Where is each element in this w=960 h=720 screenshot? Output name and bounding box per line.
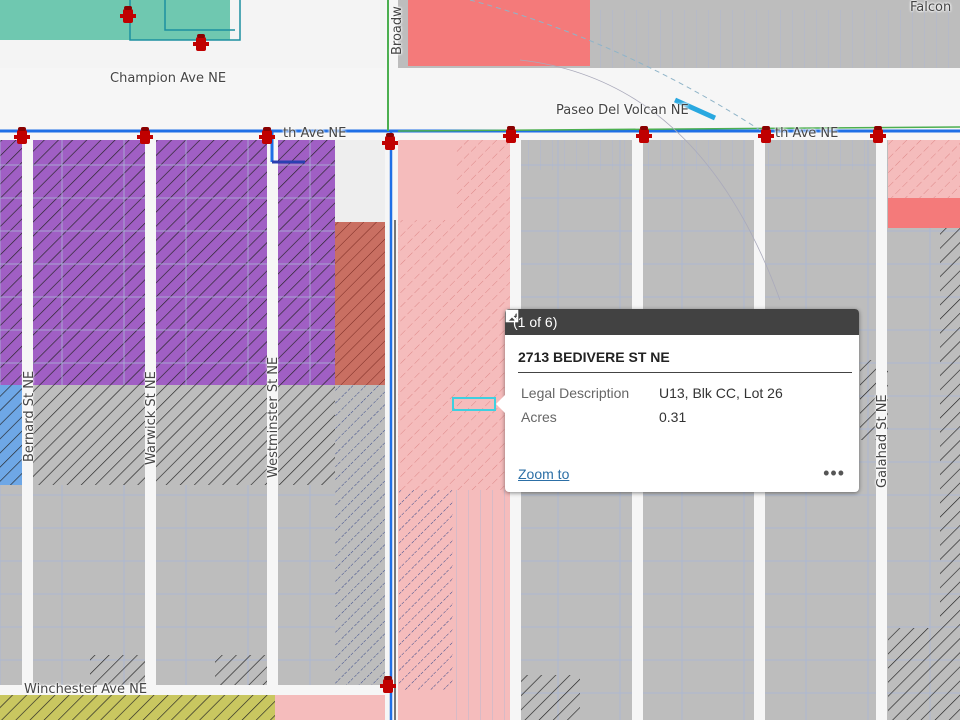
attribute-table: Legal Description U13, Blk CC, Lot 26 Ac… (517, 383, 787, 431)
street-label-champion: Champion Ave NE (110, 71, 227, 86)
attribute-value: 0.31 (659, 409, 687, 425)
street-label-falcon: Falcon (910, 0, 952, 15)
street-label-winchester: Winchester Ave NE (24, 682, 148, 697)
street-label-westminster: Westminster St NE (266, 356, 281, 478)
popup-pointer (496, 395, 505, 413)
street-label-sixth-right: th Ave NE (775, 126, 839, 141)
feature-popup: (1 of 6) 2713 BEDIVERE ST NE Legal Descr… (496, 309, 859, 492)
more-options-button[interactable]: ••• (823, 463, 845, 484)
street-label-paseo: Paseo Del Volcan NE (556, 103, 689, 118)
next-feature-button[interactable] (507, 310, 809, 333)
attribute-row: Acres 0.31 (517, 407, 787, 431)
zoom-to-link[interactable]: Zoom to (518, 466, 823, 482)
street-label-sixth-left: th Ave NE (283, 126, 347, 141)
attribute-label: Acres (521, 409, 557, 425)
attribute-row: Legal Description U13, Blk CC, Lot 26 (517, 383, 787, 407)
street-label-broadway: Broadw (390, 6, 405, 55)
popup-title: 2713 BEDIVERE ST NE (518, 349, 852, 373)
popup-header: (1 of 6) (505, 309, 859, 335)
map-view[interactable]: Champion Ave NE Paseo Del Volcan NE th A… (0, 0, 960, 720)
close-icon (506, 310, 518, 322)
popup-footer: Zoom to ••• (518, 463, 845, 484)
maximize-button[interactable] (505, 309, 831, 333)
street-label-galahad: Galahad St NE (875, 394, 890, 488)
attribute-value: U13, Blk CC, Lot 26 (659, 385, 783, 401)
close-button[interactable] (506, 310, 853, 333)
street-label-bernard: Bernard St NE (22, 370, 37, 462)
popup-feature-count: (1 of 6) (513, 314, 558, 330)
street-label-warwick: Warwick St NE (144, 371, 159, 465)
attribute-label: Legal Description (521, 385, 630, 401)
